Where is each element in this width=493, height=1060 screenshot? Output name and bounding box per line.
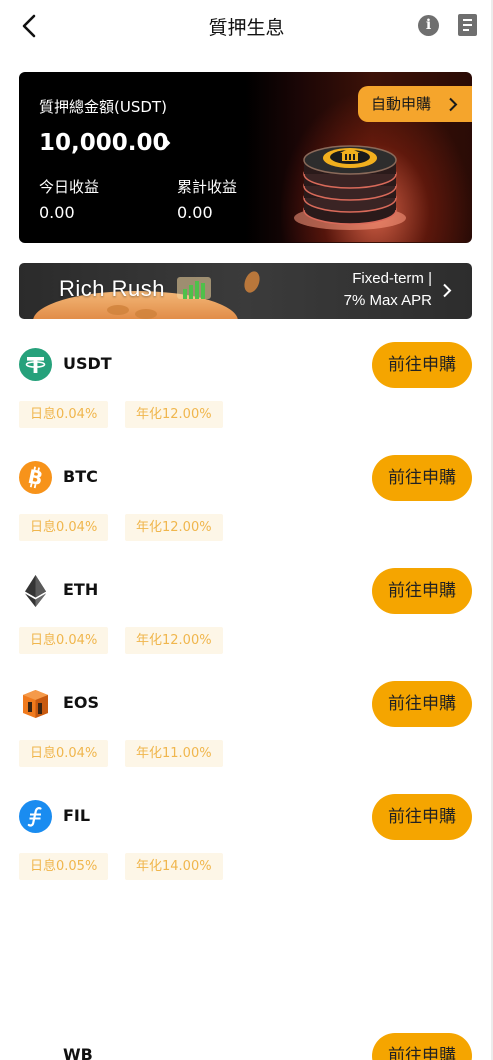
subscribe-button[interactable]: 前往申購 [372, 342, 472, 388]
staking-summary-card: 質押總金額(USDT) 10,000.00 今日收益 0.00 累計收益 0.0… [19, 72, 472, 243]
annual-rate-tag: 年化14.00% [125, 853, 223, 880]
coin-row-usdt: USDT 前往申購 日息0.04% 年化12.00% [0, 342, 493, 442]
header: 質押生息 i [0, 0, 493, 52]
coin-name: EOS [63, 693, 100, 712]
subscribe-button[interactable]: 前往申購 [372, 455, 472, 501]
daily-rate-tag: 日息0.05% [19, 853, 109, 880]
eth-icon [25, 575, 46, 607]
rich-rush-banner[interactable]: Rich Rush Fixed-term | 7% Max APR [19, 263, 472, 319]
coin-row-wb: WB 前往申購 [0, 1033, 493, 1060]
usdt-icon [19, 348, 52, 381]
annual-rate-tag: 年化12.00% [125, 514, 223, 541]
eos-icon [23, 690, 48, 718]
chevron-right-icon [449, 97, 458, 112]
info-icon[interactable]: i [418, 15, 439, 36]
banner-subtitle-line1: Fixed-term | [352, 270, 432, 287]
annual-rate-tag: 年化11.00% [125, 740, 223, 767]
annual-rate-tag: 年化12.00% [125, 401, 223, 428]
coin-stack-illustration [294, 145, 406, 230]
coin-name: FIL [63, 806, 91, 825]
subscribe-button[interactable]: 前往申購 [372, 681, 472, 727]
daily-rate-tag: 日息0.04% [19, 401, 109, 428]
cumulative-earnings-label: 累計收益 [177, 178, 238, 196]
auto-subscribe-button[interactable]: 自動申購 [358, 86, 472, 122]
chevron-right-icon[interactable] [159, 134, 173, 152]
coin-row-eth: ETH 前往申購 日息0.04% 年化12.00% [0, 568, 493, 668]
annual-rate-tag: 年化12.00% [125, 627, 223, 654]
daily-rate-tag: 日息0.04% [19, 514, 109, 541]
coin-row-eos: EOS 前往申購 日息0.04% 年化11.00% [0, 681, 493, 781]
total-staked-amount[interactable]: 10,000.00 [39, 130, 169, 156]
coin-decoration [107, 305, 129, 315]
coin-name: BTC [63, 467, 98, 486]
auto-subscribe-label: 自動申購 [371, 95, 432, 113]
banner-title: Rich Rush [59, 276, 165, 301]
chevron-right-icon [443, 283, 452, 298]
subscribe-button[interactable]: 前往申購 [372, 794, 472, 840]
daily-rate-tag: 日息0.04% [19, 740, 109, 767]
bar-chart-illustration [177, 277, 211, 299]
today-earnings-value: 0.00 [39, 203, 75, 222]
banner-subtitle-line2: 7% Max APR [343, 292, 432, 309]
total-staked-label: 質押總金額(USDT) [39, 98, 167, 116]
daily-rate-tag: 日息0.04% [19, 627, 109, 654]
coin-name: WB [63, 1045, 93, 1060]
coin-row-fil: FIL 前往申購 日息0.05% 年化14.00% [0, 794, 493, 894]
fil-icon [19, 800, 52, 833]
records-icon[interactable] [458, 14, 477, 36]
coin-name: ETH [63, 580, 99, 599]
btc-icon: B [19, 461, 52, 494]
today-earnings-label: 今日收益 [39, 178, 100, 196]
coin-decoration [241, 269, 263, 295]
subscribe-button[interactable]: 前往申購 [372, 568, 472, 614]
coin-decoration [135, 309, 157, 319]
subscribe-button[interactable]: 前往申購 [372, 1033, 472, 1060]
coin-row-btc: B BTC 前往申購 日息0.04% 年化12.00% [0, 455, 493, 555]
coin-name: USDT [63, 354, 112, 373]
cumulative-earnings-value: 0.00 [177, 203, 213, 222]
